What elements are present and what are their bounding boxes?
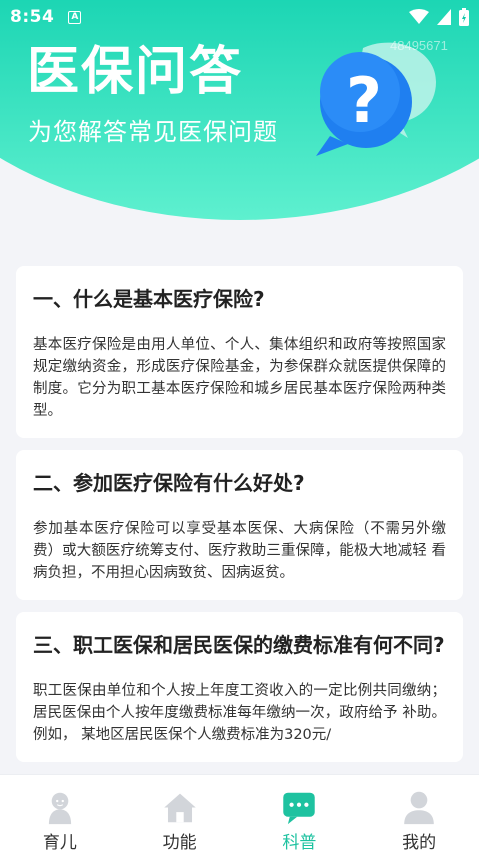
tab-label: 我的 xyxy=(402,833,437,853)
faq-question: 三、职工医保和居民医保的缴费标准有何不同? xyxy=(33,633,445,657)
tab-functions[interactable]: 功能 xyxy=(120,775,240,853)
signal-icon xyxy=(437,9,451,25)
status-bar: 8:54 A xyxy=(0,0,479,34)
tab-science[interactable]: 科普 xyxy=(240,775,360,853)
faq-card[interactable]: 一、什么是基本医疗保险? 基本医疗保险是由用人单位、个人、集体组织和政府等按照国… xyxy=(16,266,463,438)
baby-icon xyxy=(48,792,71,825)
tab-label: 功能 xyxy=(162,833,197,853)
faq-answer: 参加基本医疗保险可以享受基本医保、大病保险（不需另外缴 费）或大额医疗统筹支付、… xyxy=(33,521,446,581)
bottom-tab-bar: 育儿 功能 科普 我的 xyxy=(0,774,479,853)
tab-profile[interactable]: 我的 xyxy=(359,775,479,853)
wifi-icon xyxy=(409,9,429,24)
status-time: 8:54 xyxy=(10,7,55,27)
home-icon xyxy=(163,793,196,823)
faq-question: 一、什么是基本医疗保险? xyxy=(33,287,265,311)
status-icons xyxy=(409,8,469,26)
page-subtitle: 为您解答常见医保问题 xyxy=(28,118,278,146)
page-title: 医保问答 xyxy=(27,42,244,102)
tab-label: 育儿 xyxy=(42,833,77,853)
question-bubble-icon: ? xyxy=(316,42,436,156)
person-icon xyxy=(404,791,434,825)
faq-question: 二、参加医疗保险有什么好处? xyxy=(33,471,305,495)
faq-card[interactable]: 三、职工医保和居民医保的缴费标准有何不同? 职工医保由单位和个人按上年度工资收入… xyxy=(16,612,463,762)
tab-label: 科普 xyxy=(282,833,317,853)
faq-card[interactable]: 二、参加医疗保险有什么好处? 参加基本医疗保险可以享受基本医保、大病保险（不需另… xyxy=(16,450,463,600)
battery-icon xyxy=(459,8,469,26)
notification-badge: A xyxy=(68,10,82,24)
chat-icon xyxy=(283,792,316,825)
faq-answer: 基本医疗保险是由用人单位、个人、集体组织和政府等按照国家规定缴纳资金，形成医疗保… xyxy=(33,337,446,419)
watermark-id: 48495671 xyxy=(390,38,448,53)
faq-answer: 职工医保由单位和个人按上年度工资收入的一定比例共同缴纳；居民医保由个人按年度缴费… xyxy=(33,683,446,743)
faq-list[interactable]: 一、什么是基本医疗保险? 基本医疗保险是由用人单位、个人、集体组织和政府等按照国… xyxy=(16,266,463,774)
tab-parenting[interactable]: 育儿 xyxy=(0,775,120,853)
question-mark-glyph: ? xyxy=(346,64,382,137)
